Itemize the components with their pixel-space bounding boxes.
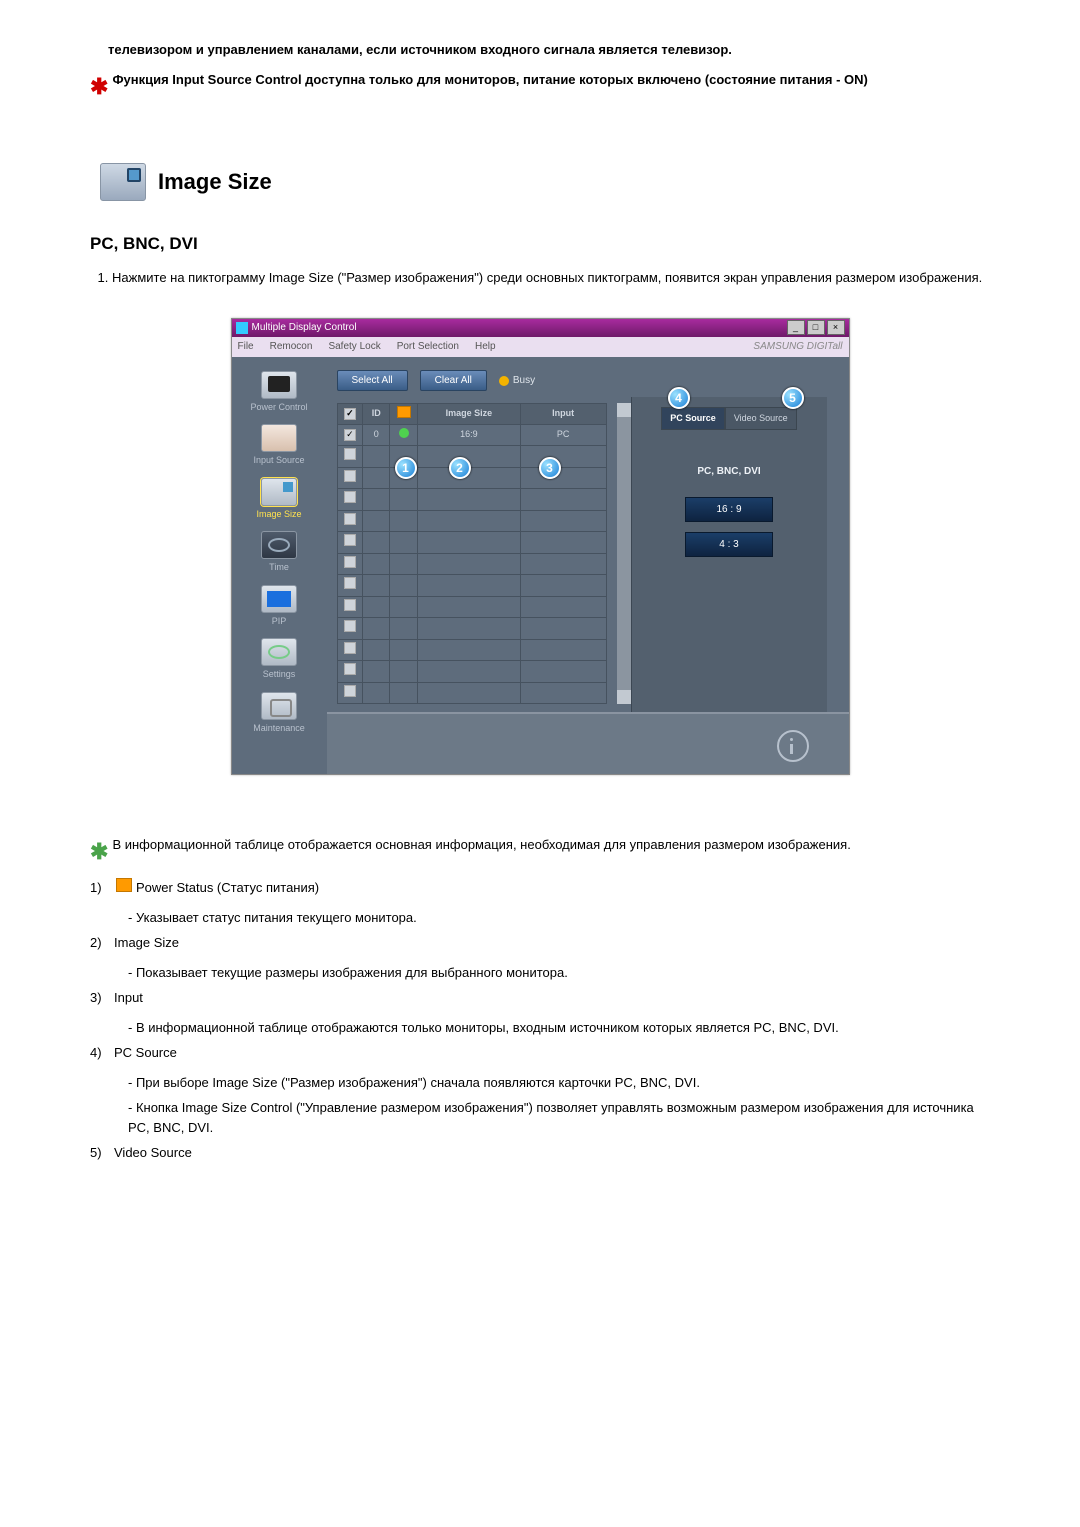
col-id: ID xyxy=(363,403,390,425)
row1-line: - Указывает статус питания текущего мони… xyxy=(90,908,990,928)
sidebar-item-maintenance[interactable]: Maintenance xyxy=(239,692,319,736)
idx-1: 1) xyxy=(90,878,114,898)
sidebar-item-power-control[interactable]: Power Control xyxy=(239,371,319,415)
right-panel-label: PC, BNC, DVI xyxy=(697,464,760,479)
window-title: Multiple Display Control xyxy=(252,320,357,335)
sidebar-item-image-size[interactable]: Image Size xyxy=(239,478,319,522)
power-icon xyxy=(397,406,411,418)
cell-input: PC xyxy=(520,425,606,446)
brand-label: SAMSUNG DIGITall xyxy=(753,339,842,354)
callout-3: 3 xyxy=(539,457,561,479)
menu-help[interactable]: Help xyxy=(475,339,496,354)
maximize-button[interactable]: □ xyxy=(807,320,825,335)
row5-title: Video Source xyxy=(114,1143,192,1163)
idx-2: 2) xyxy=(90,933,114,953)
callout-5: 5 xyxy=(782,387,804,409)
sidebar-item-input-source[interactable]: Input Source xyxy=(239,424,319,468)
header-checkbox[interactable] xyxy=(344,408,356,420)
col-input: Input xyxy=(520,403,606,425)
monitor-table: ID Image Size Input 0 16:9 PC xyxy=(337,403,607,705)
bottom-intro: В информационной таблице отображается ос… xyxy=(112,835,850,855)
callout-1: 1 xyxy=(395,457,417,479)
menu-port-selection[interactable]: Port Selection xyxy=(397,339,459,354)
scrollbar[interactable] xyxy=(617,403,631,705)
close-button[interactable]: × xyxy=(827,320,845,335)
sidebar-item-settings[interactable]: Settings xyxy=(239,638,319,682)
row4-line2: - Кнопка Image Size Control ("Управление… xyxy=(90,1098,990,1137)
menu-safety-lock[interactable]: Safety Lock xyxy=(328,339,380,354)
cell-size: 16:9 xyxy=(418,425,521,446)
busy-indicator: Busy xyxy=(499,373,535,388)
ratio-4-3-button[interactable]: 4 : 3 xyxy=(685,532,773,557)
row-checkbox[interactable] xyxy=(344,429,356,441)
info-icon xyxy=(777,730,809,762)
title-bar: Multiple Display Control _ □ × xyxy=(232,319,849,337)
sidebar: Power Control Input Source Image Size Ti… xyxy=(232,357,327,775)
application-screenshot: Multiple Display Control _ □ × File Remo… xyxy=(231,318,850,776)
cell-id: 0 xyxy=(363,425,390,446)
step-1: Нажмите на пиктограмму Image Size ("Разм… xyxy=(112,268,990,288)
menu-remocon[interactable]: Remocon xyxy=(270,339,313,354)
menu-file[interactable]: File xyxy=(238,339,254,354)
col-image-size: Image Size xyxy=(418,403,521,425)
row3-line: - В информационной таблице отображаются … xyxy=(90,1018,990,1038)
idx-3: 3) xyxy=(90,988,114,1008)
table-row[interactable]: 0 16:9 PC xyxy=(337,425,606,446)
tab-pc-source[interactable]: PC Source xyxy=(661,407,725,431)
sub-heading: PC, BNC, DVI xyxy=(90,231,990,257)
row3-title: Input xyxy=(114,988,143,1008)
select-all-button[interactable]: Select All xyxy=(337,370,408,391)
sidebar-item-time[interactable]: Time xyxy=(239,531,319,575)
top-warning-2: Функция Input Source Control доступна то… xyxy=(112,70,867,90)
idx-4: 4) xyxy=(90,1043,114,1063)
status-dot-icon xyxy=(399,428,409,438)
row1-title: Power Status (Статус питания) xyxy=(136,878,319,898)
power-status-icon xyxy=(116,878,132,892)
menu-bar: File Remocon Safety Lock Port Selection … xyxy=(232,337,849,357)
minimize-button[interactable]: _ xyxy=(787,320,805,335)
app-icon xyxy=(236,322,248,334)
idx-5: 5) xyxy=(90,1143,114,1163)
callout-2: 2 xyxy=(449,457,471,479)
row4-line1: - При выборе Image Size ("Размер изображ… xyxy=(90,1073,990,1093)
row2-line: - Показывает текущие размеры изображения… xyxy=(90,963,990,983)
clear-all-button[interactable]: Clear All xyxy=(420,370,487,391)
row4-title: PC Source xyxy=(114,1043,177,1063)
window-controls: _ □ × xyxy=(785,320,845,335)
section-title: Image Size xyxy=(158,165,272,198)
sidebar-item-pip[interactable]: PIP xyxy=(239,585,319,629)
asterisk-icon: ✱ xyxy=(90,835,108,868)
image-size-icon xyxy=(100,163,146,201)
row2-title: Image Size xyxy=(114,933,179,953)
tab-video-source[interactable]: Video Source xyxy=(725,407,797,431)
asterisk-icon: ✱ xyxy=(90,70,108,103)
ratio-16-9-button[interactable]: 16 : 9 xyxy=(685,497,773,522)
status-bar xyxy=(327,712,849,774)
callout-4: 4 xyxy=(668,387,690,409)
top-warning-1: телевизором и управлением каналами, если… xyxy=(108,40,732,60)
right-panel: 4 5 PC Source Video Source PC, BNC, DVI … xyxy=(631,397,827,713)
